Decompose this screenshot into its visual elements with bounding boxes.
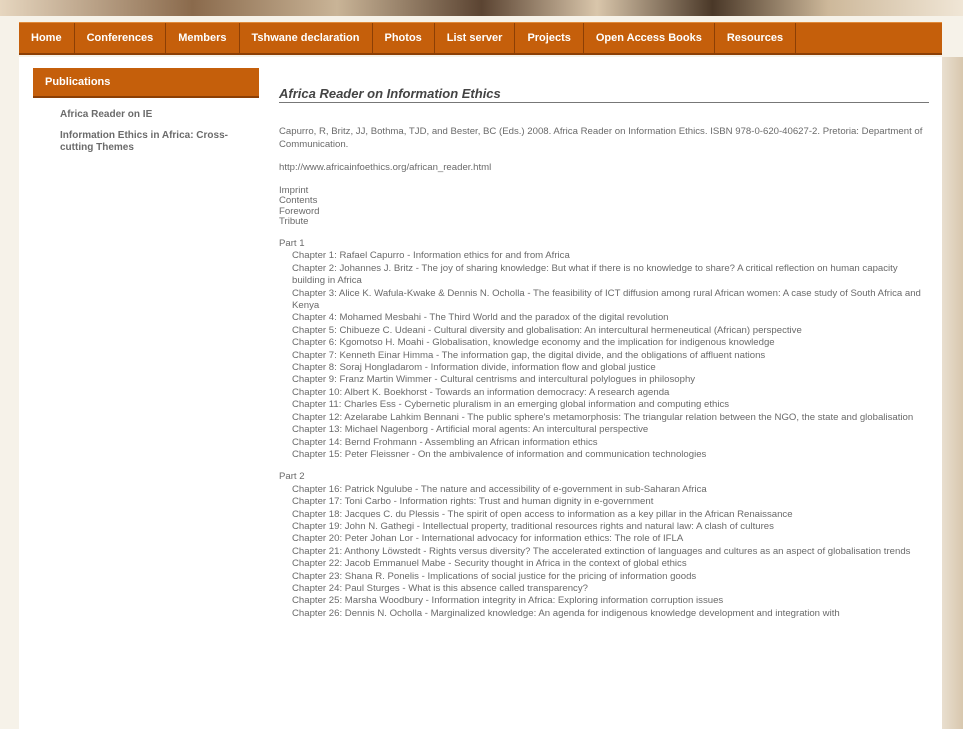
page-body: Publications Africa Reader on IE Informa… xyxy=(19,57,942,729)
chapter-item: Chapter 5: Chibueze C. Udeani - Cultural… xyxy=(279,325,929,337)
chapter-link[interactable]: Chapter 2: Johannes J. Britz - The joy o… xyxy=(292,263,898,286)
chapter-link[interactable]: Chapter 21: Anthony Löwstedt - Rights ve… xyxy=(292,546,910,557)
part-label: Part 1 xyxy=(279,238,305,249)
chapter-item: Chapter 16: Patrick Ngulube - The nature… xyxy=(279,484,929,496)
chapter-item: Chapter 8: Soraj Hongladarom - Informati… xyxy=(279,362,929,374)
nav-item-conferences[interactable]: Conferences xyxy=(75,23,167,53)
chapter-list: Part 1 Chapter 1: Rafael Capurro - Inform… xyxy=(279,238,929,620)
chapter-link[interactable]: Chapter 4: Mohamed Mesbahi - The Third W… xyxy=(292,312,669,323)
chapter-item: Chapter 11: Charles Ess - Cybernetic plu… xyxy=(279,399,929,411)
chapter-link[interactable]: Chapter 5: Chibueze C. Udeani - Cultural… xyxy=(292,325,802,336)
nav-item-photos[interactable]: Photos xyxy=(373,23,435,53)
nav-item-tshwane-declaration[interactable]: Tshwane declaration xyxy=(240,23,373,53)
chapter-link[interactable]: Chapter 12: Azelarabe Lahkim Bennani - T… xyxy=(292,412,913,423)
chapter-link[interactable]: Chapter 13: Michael Nagenborg - Artifici… xyxy=(292,424,648,435)
reader-url-link[interactable]: http://www.africainfoethics.org/african_… xyxy=(279,162,491,173)
chapter-link[interactable]: Chapter 18: Jacques C. du Plessis - The … xyxy=(292,509,793,520)
part-label: Part 2 xyxy=(279,471,305,483)
tribute-link[interactable]: Tribute xyxy=(279,216,309,228)
chapter-link[interactable]: Chapter 7: Kenneth Einar Himma - The inf… xyxy=(292,350,765,361)
chapter-item: Chapter 22: Jacob Emmanuel Mabe - Securi… xyxy=(279,558,929,570)
chapter-link[interactable]: Chapter 11: Charles Ess - Cybernetic plu… xyxy=(292,399,729,410)
main-content: Africa Reader on Information Ethics Capu… xyxy=(279,87,929,630)
page-shadow xyxy=(942,57,963,729)
chapter-item: Chapter 25: Marsha Woodbury - Informatio… xyxy=(279,595,929,607)
contents-link[interactable]: Contents xyxy=(279,195,317,206)
chapter-item: Chapter 15: Peter Fleissner - On the amb… xyxy=(279,449,929,461)
chapter-item: Chapter 26: Dennis N. Ocholla - Marginal… xyxy=(279,608,929,620)
nav-item-list-server[interactable]: List server xyxy=(435,23,516,53)
chapter-item: Chapter 1: Rafael Capurro - Information … xyxy=(279,250,929,262)
nav-item-resources[interactable]: Resources xyxy=(715,23,797,53)
chapter-item: Chapter 18: Jacques C. du Plessis - The … xyxy=(279,509,929,521)
nav-item-members[interactable]: Members xyxy=(166,23,240,53)
main-nav: Home Conferences Members Tshwane declara… xyxy=(19,22,942,55)
chapter-item: Chapter 7: Kenneth Einar Himma - The inf… xyxy=(279,350,929,362)
chapter-link[interactable]: Chapter 6: Kgomotso H. Moahi - Globalisa… xyxy=(292,337,775,348)
chapter-item: Chapter 10: Albert K. Boekhorst - Toward… xyxy=(279,387,929,399)
chapter-item: Chapter 14: Bernd Frohmann - Assembling … xyxy=(279,437,929,449)
citation-text: Capurro, R, Britz, JJ, Bothma, TJD, and … xyxy=(279,126,923,150)
header-banner-image xyxy=(0,0,963,16)
chapter-link[interactable]: Chapter 17: Toni Carbo - Information rig… xyxy=(292,496,653,507)
chapter-item: Chapter 9: Franz Martin Wimmer - Cultura… xyxy=(279,374,929,386)
chapter-item: Chapter 2: Johannes J. Britz - The joy o… xyxy=(279,263,929,288)
chapter-link[interactable]: Chapter 16: Patrick Ngulube - The nature… xyxy=(292,484,707,495)
chapter-link[interactable]: Chapter 22: Jacob Emmanuel Mabe - Securi… xyxy=(292,558,687,569)
chapter-link[interactable]: Chapter 15: Peter Fleissner - On the amb… xyxy=(292,449,706,460)
sidebar-header: Publications xyxy=(33,68,259,98)
nav-item-open-access-books[interactable]: Open Access Books xyxy=(584,23,715,53)
chapter-item: Chapter 13: Michael Nagenborg - Artifici… xyxy=(279,424,929,436)
imprint-link[interactable]: Imprint xyxy=(279,185,308,196)
sidebar: Publications Africa Reader on IE Informa… xyxy=(33,68,259,154)
part-section: Part 2 Chapter 16: Patrick Ngulube - The … xyxy=(279,471,929,620)
chapter-link[interactable]: Chapter 8: Soraj Hongladarom - Informati… xyxy=(292,362,656,373)
chapter-link[interactable]: Chapter 14: Bernd Frohmann - Assembling … xyxy=(292,437,598,448)
chapter-item: Chapter 23: Shana R. Ponelis - Implicati… xyxy=(279,571,929,583)
chapter-item: Chapter 17: Toni Carbo - Information rig… xyxy=(279,496,929,508)
chapter-item: Chapter 6: Kgomotso H. Moahi - Globalisa… xyxy=(279,337,929,349)
sidebar-item-africa-reader[interactable]: Africa Reader on IE xyxy=(60,109,259,121)
chapter-link[interactable]: Chapter 19: John N. Gathegi - Intellectu… xyxy=(292,521,774,532)
front-matter-links: Imprint Contents Foreword Tribute xyxy=(279,185,929,228)
chapter-link[interactable]: Chapter 25: Marsha Woodbury - Informatio… xyxy=(292,595,723,606)
chapter-item: Chapter 19: John N. Gathegi - Intellectu… xyxy=(279,521,929,533)
chapter-link[interactable]: Chapter 10: Albert K. Boekhorst - Toward… xyxy=(292,387,669,398)
chapter-item: Chapter 20: Peter Johan Lor - Internatio… xyxy=(279,533,929,545)
chapter-item: Chapter 21: Anthony Löwstedt - Rights ve… xyxy=(279,546,929,558)
chapter-link[interactable]: Chapter 9: Franz Martin Wimmer - Cultura… xyxy=(292,374,695,385)
foreword-link[interactable]: Foreword xyxy=(279,206,320,217)
chapter-item: Chapter 4: Mohamed Mesbahi - The Third W… xyxy=(279,312,929,324)
chapter-link[interactable]: Chapter 23: Shana R. Ponelis - Implicati… xyxy=(292,571,696,582)
chapter-link[interactable]: Chapter 24: Paul Sturges - What is this … xyxy=(292,583,588,594)
chapter-item: Chapter 3: Alice K. Wafula-Kwake & Denni… xyxy=(279,288,929,313)
page-title: Africa Reader on Information Ethics xyxy=(279,87,929,104)
nav-item-projects[interactable]: Projects xyxy=(515,23,584,53)
chapter-link[interactable]: Chapter 20: Peter Johan Lor - Internatio… xyxy=(292,533,683,544)
chapter-link[interactable]: Chapter 26: Dennis N. Ocholla - Marginal… xyxy=(292,608,840,619)
chapter-item: Chapter 12: Azelarabe Lahkim Bennani - T… xyxy=(279,412,929,424)
chapter-item: Chapter 24: Paul Sturges - What is this … xyxy=(279,583,929,595)
part-section: Part 1 Chapter 1: Rafael Capurro - Inform… xyxy=(279,238,929,461)
chapter-link[interactable]: Chapter 1: Rafael Capurro - Information … xyxy=(292,250,570,261)
chapter-link[interactable]: Chapter 3: Alice K. Wafula-Kwake & Denni… xyxy=(292,288,921,311)
nav-item-home[interactable]: Home xyxy=(19,23,75,53)
sidebar-item-cross-cutting-themes[interactable]: Information Ethics in Africa: Cross-cutt… xyxy=(60,130,259,154)
